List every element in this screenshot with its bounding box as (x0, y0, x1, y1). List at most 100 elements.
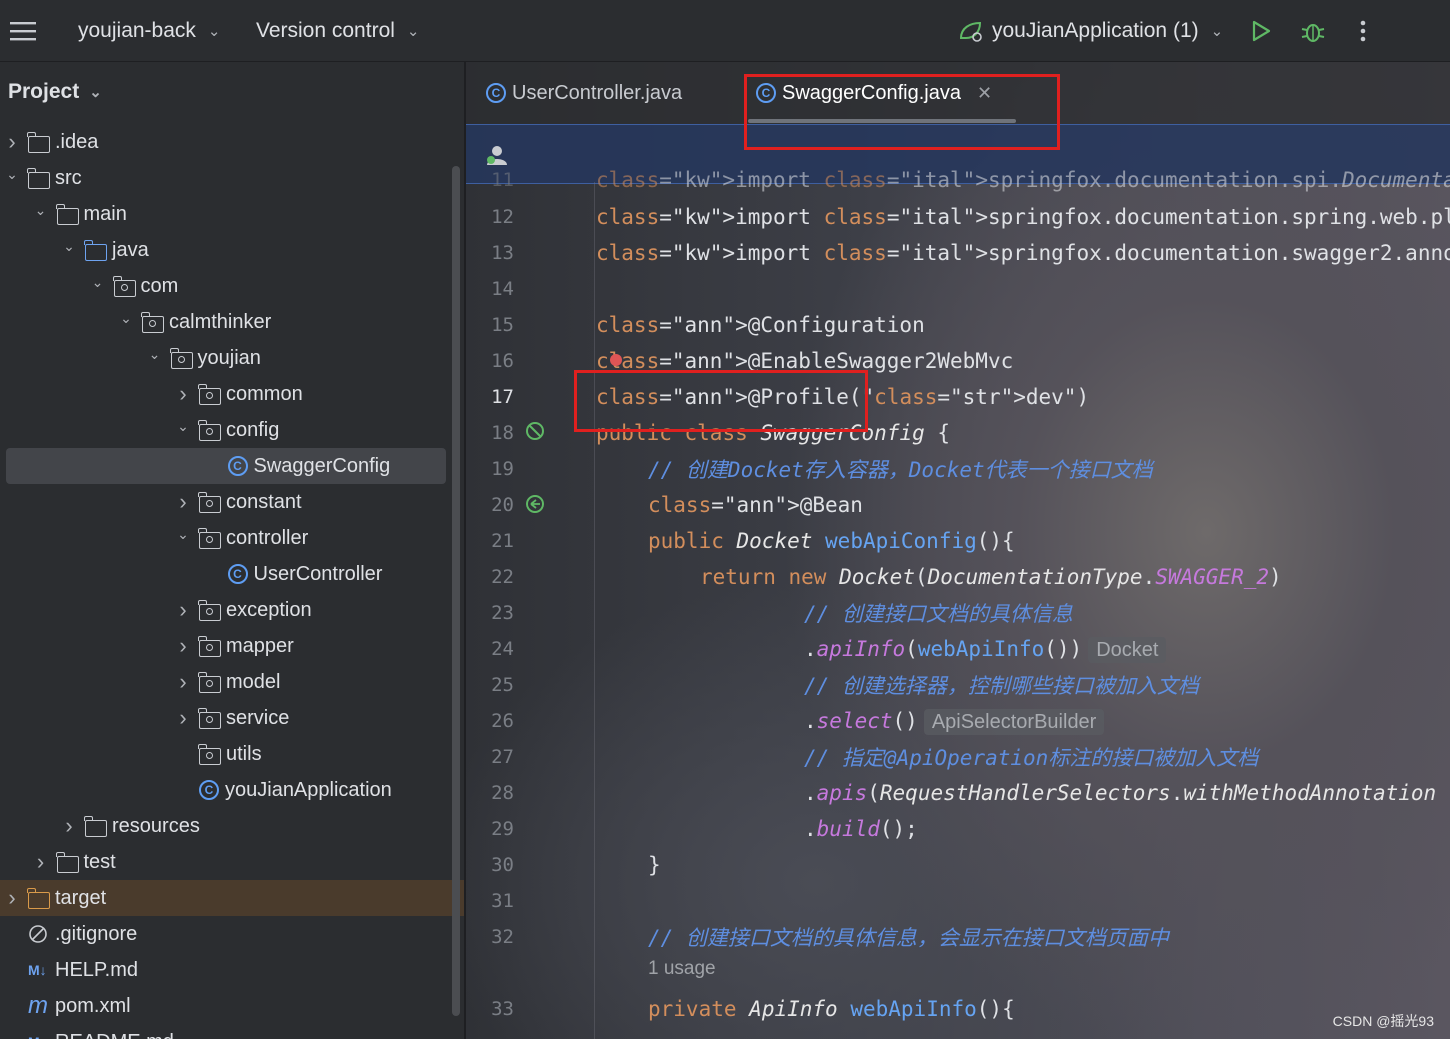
project-panel-header[interactable]: Project ⌄ (8, 80, 102, 104)
tree-item-main[interactable]: ⌄ main (0, 196, 446, 232)
code-text[interactable]: } (648, 853, 661, 877)
chevron-right-icon[interactable]: › (175, 633, 191, 659)
tree-item-youjianapplication[interactable]: CyouJianApplication (0, 772, 446, 808)
code-line[interactable]: 12 class="kw">import class="ital">springf… (466, 199, 1450, 235)
tree-item-exception[interactable]: › exception (0, 592, 446, 628)
code-text[interactable]: .apis(RequestHandlerSelectors.withMethod… (804, 781, 1436, 805)
code-text[interactable]: class="kw">import class="ital">springfox… (596, 241, 1450, 265)
code-line[interactable]: 24 .apiInfo(webApiInfo()) Docket (466, 631, 1450, 667)
vcs-label: Version control (256, 18, 395, 42)
code-line[interactable]: 20 class="ann">@Bean (466, 487, 1450, 523)
tree-item-target[interactable]: › target (0, 880, 464, 916)
tab-usercontroller[interactable]: C UserController.java (486, 62, 682, 124)
code-line[interactable]: 23 // 创建接口文档的具体信息 (466, 595, 1450, 631)
code-line[interactable]: 30} (466, 847, 1450, 883)
code-line[interactable]: 28 .apis(RequestHandlerSelectors.withMeth… (466, 775, 1450, 811)
code-line[interactable]: 29 .build(); (466, 811, 1450, 847)
tree-item-resources[interactable]: › resources (0, 808, 446, 844)
code-text[interactable]: // 创建接口文档的具体信息 (804, 598, 1073, 628)
more-actions-icon[interactable] (1358, 0, 1368, 61)
code-line[interactable]: 31 (466, 883, 1450, 919)
code-line[interactable]: 21 public Docket webApiConfig(){ (466, 523, 1450, 559)
code-text[interactable]: .select() ApiSelectorBuilder (804, 708, 1105, 735)
tree-item-model[interactable]: › model (0, 664, 446, 700)
tree-item-label: SwaggerConfig (253, 454, 391, 477)
tree-item-src[interactable]: ⌄ src (0, 160, 446, 196)
code-editor[interactable]: C UserController.java C SwaggerConfig.ja… (466, 62, 1450, 1039)
tree-item-com[interactable]: ⌄ com (0, 268, 446, 304)
chevron-right-icon[interactable]: › (175, 597, 191, 623)
chevron-down-icon[interactable]: ⌄ (90, 274, 106, 291)
tree-item-pom-xml[interactable]: m pom.xml (0, 988, 446, 1024)
usage-inlay-hint[interactable]: 1 usage (648, 958, 716, 980)
code-text[interactable]: class="ann">@Configuration (596, 313, 925, 337)
bean-navigation-gutter-icon[interactable] (524, 493, 548, 517)
error-marker-icon (610, 354, 622, 366)
chevron-right-icon[interactable]: › (175, 705, 191, 731)
code-line[interactable]: 27 // 指定@ApiOperation标注的接口被加入文档 (466, 739, 1450, 775)
code-text[interactable]: // 创建Docket存入容器，Docket代表一个接口文档 (648, 454, 1153, 484)
code-text[interactable]: public Docket webApiConfig(){ (648, 529, 1015, 553)
code-line[interactable]: 25 // 创建选择器，控制哪些接口被加入文档 (466, 667, 1450, 703)
code-line[interactable]: 32 // 创建接口文档的具体信息，会显示在接口文档页面中 (466, 919, 1450, 955)
code-text[interactable]: return new Docket(DocumentationType.SWAG… (700, 565, 1282, 589)
tree-item-swaggerconfig[interactable]: C SwaggerConfig (6, 448, 446, 484)
run-button[interactable] (1250, 0, 1272, 61)
tree-item-java[interactable]: ⌄ java (0, 232, 446, 268)
project-switcher[interactable]: youjian-back ⌄ (78, 0, 220, 61)
code-text[interactable]: class="kw">import class="ital">springfox… (596, 168, 1450, 192)
tree-item-calmthinker[interactable]: ⌄ calmthinker (0, 304, 446, 340)
vcs-menu[interactable]: Version control ⌄ (256, 0, 420, 61)
tree-item-idea[interactable]: › .idea (0, 124, 446, 160)
chevron-right-icon[interactable]: › (4, 129, 20, 155)
chevron-down-icon[interactable]: ⌄ (175, 418, 191, 435)
code-text[interactable]: private ApiInfo webApiInfo(){ (648, 997, 1015, 1021)
chevron-down-icon[interactable]: ⌄ (175, 526, 191, 543)
chevron-down-icon[interactable]: ⌄ (61, 238, 77, 255)
chevron-down-icon[interactable]: ⌄ (118, 310, 134, 327)
code-text[interactable]: class="ann">@Bean (648, 493, 863, 517)
chevron-down-icon[interactable]: ⌄ (33, 202, 49, 219)
tree-item-config[interactable]: ⌄ config (0, 412, 446, 448)
code-text[interactable]: .build(); (804, 817, 918, 841)
code-line[interactable]: 11 class="kw">import class="ital">springf… (466, 162, 1450, 198)
code-line[interactable]: 19 // 创建Docket存入容器，Docket代表一个接口文档 (466, 451, 1450, 487)
tree-item-constant[interactable]: › constant (0, 484, 446, 520)
tree-item-service[interactable]: › service (0, 700, 446, 736)
tree-item-test[interactable]: › test (0, 844, 446, 880)
code-text[interactable]: // 创建选择器，控制哪些接口被加入文档 (804, 670, 1199, 700)
tree-item-label: .idea (55, 130, 99, 153)
tree-item-readme-md[interactable]: M↓ README.md (0, 1024, 446, 1039)
hamburger-menu-icon[interactable] (10, 0, 36, 61)
code-line[interactable]: 33 private ApiInfo webApiInfo(){ (466, 991, 1450, 1027)
code-line[interactable]: 22 return new Docket(DocumentationType.SW… (466, 559, 1450, 595)
chevron-right-icon[interactable]: › (175, 489, 191, 515)
chevron-right-icon[interactable]: › (61, 813, 77, 839)
tree-item-controller[interactable]: ⌄ controller (0, 520, 446, 556)
code-line[interactable]: 14 (466, 271, 1450, 307)
tree-item-utils[interactable]: utils (0, 736, 446, 772)
tree-item-common[interactable]: › common (0, 376, 446, 412)
code-line[interactable]: 13 class="kw">import class="ital">springf… (466, 235, 1450, 271)
chevron-right-icon[interactable]: › (33, 849, 49, 875)
chevron-down-icon[interactable]: ⌄ (147, 346, 163, 363)
tree-item-help-md[interactable]: M↓ HELP.md (0, 952, 446, 988)
tree-item-mapper[interactable]: › mapper (0, 628, 446, 664)
tree-item-youjian[interactable]: ⌄ youjian (0, 340, 446, 376)
code-line[interactable]: 26 .select() ApiSelectorBuilder (466, 703, 1450, 739)
code-text[interactable]: class="kw">import class="ital">springfox… (596, 205, 1450, 229)
tree-item-usercontroller[interactable]: C UserController (0, 556, 446, 592)
chevron-down-icon[interactable]: ⌄ (4, 166, 20, 183)
debug-button[interactable] (1300, 0, 1326, 61)
chevron-right-icon[interactable]: › (175, 381, 191, 407)
code-line[interactable]: 15 class="ann">@Configuration (466, 307, 1450, 343)
tree-item-gitignore[interactable]: .gitignore (0, 916, 446, 952)
spring-bean-gutter-icon[interactable] (524, 420, 548, 444)
code-text[interactable]: // 指定@ApiOperation标注的接口被加入文档 (804, 742, 1258, 772)
chevron-right-icon[interactable]: › (175, 669, 191, 695)
chevron-right-icon[interactable]: › (4, 885, 20, 911)
code-text[interactable]: .apiInfo(webApiInfo()) Docket (804, 636, 1167, 663)
run-config-selector[interactable]: youJianApplication (1) ⌄ (958, 0, 1223, 61)
project-scrollbar[interactable] (452, 166, 460, 1016)
code-text[interactable]: // 创建接口文档的具体信息，会显示在接口文档页面中 (648, 922, 1169, 952)
